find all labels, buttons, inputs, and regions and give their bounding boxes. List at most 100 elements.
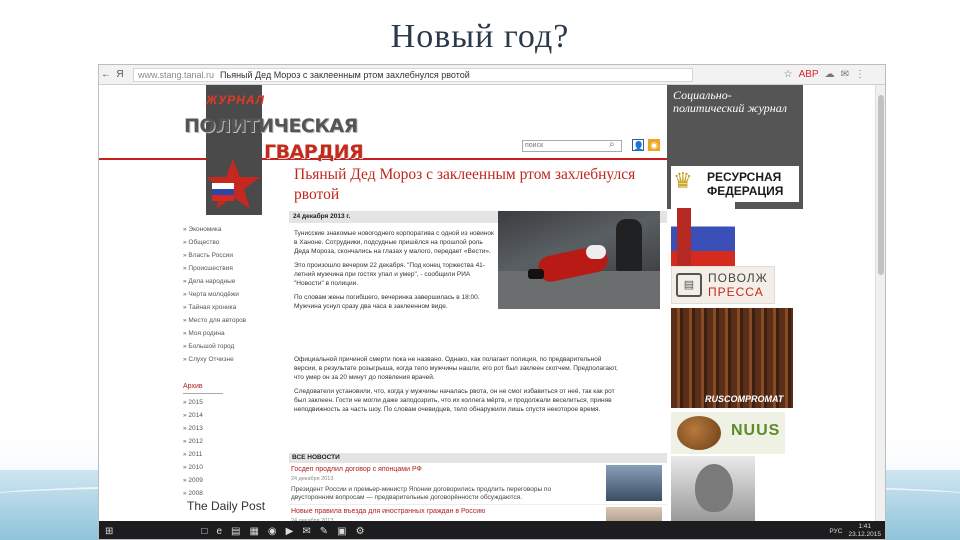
archive-item[interactable]: » 2012 <box>183 435 293 448</box>
cloud-icon[interactable]: ☁ <box>825 69 835 80</box>
logo-journal-label: ЖУРНАЛ <box>206 93 265 107</box>
banner-text: RUSCOMPROMAT <box>705 394 784 404</box>
nav-item[interactable]: » Власть России <box>183 249 293 262</box>
nav-item[interactable]: » Черта молодёжи <box>183 288 293 301</box>
photo-boot <box>528 269 544 279</box>
slide-title: Новый год? <box>390 18 570 55</box>
photo-floor <box>498 271 660 309</box>
article-paragraph: По словам жены погибшего, вечеринка заве… <box>294 294 480 310</box>
news-date: 24 декабря 2013 <box>291 476 334 482</box>
article-text-wide: Официальной причиной смерти пока не назв… <box>294 355 624 419</box>
clock-time: 1:41 <box>858 523 872 530</box>
nav-item[interactable]: » Дела народные <box>183 275 293 288</box>
editor-icon[interactable]: ✎ <box>320 526 328 537</box>
book-icon: ▤ <box>676 273 702 297</box>
news-header[interactable]: ВСЕ НОВОСТИ <box>289 453 669 463</box>
adblock-icon[interactable]: ABP <box>799 69 819 80</box>
article-photo <box>498 211 660 309</box>
eagle-emblem-icon: ♛ <box>673 168 693 193</box>
news-item[interactable]: Госдеп продлил договор с японцами РФ 24 … <box>289 463 669 505</box>
article-paragraph: Тунисские знакомые новогоднего корпорати… <box>294 230 494 255</box>
file-explorer-icon[interactable]: ▤ <box>231 526 240 537</box>
news-title[interactable]: Новые правила въезда для иностранных гра… <box>291 508 485 515</box>
task-view-icon[interactable]: □ <box>201 526 207 537</box>
nav-item[interactable]: » Место для авторов <box>183 314 293 327</box>
banner-volga-press[interactable]: ▤ ПОВОЛЖ ПРЕССА <box>671 266 775 304</box>
address-domain: www.stang.tanal.ru <box>138 69 215 80</box>
daily-post-label[interactable]: The Daily Post <box>187 499 265 513</box>
archive-title: Архив <box>183 380 223 394</box>
address-bar[interactable]: www.stang.tanal.ru Пьяный Дед Мороз с за… <box>133 67 693 82</box>
nav-item[interactable]: » Экономика <box>183 223 293 236</box>
article: Пьяный Дед Мороз с заклеенным ртом захле… <box>289 165 669 413</box>
banner-text: ПРЕССА <box>708 285 764 299</box>
more-menu-icon[interactable]: ⋮ <box>855 69 865 80</box>
nav-item[interactable]: » Тайная хроника <box>183 301 293 314</box>
portrait-head <box>695 464 733 512</box>
banner-text: NUUS <box>731 422 781 439</box>
star-flag-icon <box>206 159 260 209</box>
kremlin-tower-icon <box>677 208 691 270</box>
banner-text: РЕСУРСНАЯ <box>707 170 782 184</box>
start-icon[interactable]: ⊞ <box>105 526 113 537</box>
banner-nuus[interactable]: NUUS <box>671 412 785 454</box>
archive-item[interactable]: » 2010 <box>183 461 293 474</box>
article-text-column: Тунисские знакомые новогоднего корпорати… <box>294 229 494 316</box>
article-title: Пьяный Дед Мороз с заклеенным ртом захле… <box>294 166 636 203</box>
banner-ruscompromat[interactable]: RUSCOMPROMAT <box>671 308 793 408</box>
archive-item[interactable]: » 2013 <box>183 422 293 435</box>
user-icon[interactable]: 👤 <box>632 139 644 151</box>
banner-flag[interactable] <box>671 202 735 276</box>
archive-item[interactable]: » 2014 <box>183 409 293 422</box>
system-tray: РУС 1:41 23.12.2015 <box>829 523 885 539</box>
address-page-title: Пьяный Дед Мороз с заклеенным ртом захле… <box>220 69 470 80</box>
banner-resource-federation[interactable]: ♛ РЕСУРСНАЯ ФЕДЕРАЦИЯ <box>671 166 799 202</box>
nav-item[interactable]: » Большой город <box>183 340 293 353</box>
chrome-icon[interactable]: ◉ <box>268 526 277 537</box>
banner-text: ФЕДЕРАЦИЯ <box>707 184 784 198</box>
site-search-input[interactable]: поиск <box>522 140 622 152</box>
media-icon[interactable]: ▶ <box>286 526 294 537</box>
nav-item[interactable]: » Моя родина <box>183 327 293 340</box>
taskbar: ⊞ □ e ▤ ▦ ◉ ▶ ✉ ✎ ▣ ⚙ РУС 1:41 23.12.201… <box>99 521 885 539</box>
social-links: 👤 ◉ <box>632 139 660 151</box>
archive-item[interactable]: » 2015 <box>183 396 293 409</box>
bookmark-icon[interactable]: ☆ <box>784 69 793 80</box>
logo-title-line1: ПОЛИТИЧЕСКАЯ <box>184 115 358 137</box>
article-paragraph: Это произошло вечером 22 декабря. "Под к… <box>294 262 485 287</box>
left-navigation: » Экономика » Общество » Власть России »… <box>183 223 293 500</box>
back-button[interactable]: ← <box>99 69 113 80</box>
clock[interactable]: 1:41 23.12.2015 <box>848 523 881 539</box>
nav-item[interactable]: » Происшествия <box>183 262 293 275</box>
right-sidebar: Социально-политический журнал ♛ РЕСУРСНА… <box>667 85 803 521</box>
store-icon[interactable]: ▦ <box>249 526 258 537</box>
language-indicator[interactable]: РУС <box>829 528 842 535</box>
search-icon[interactable]: ⌕ <box>609 139 615 150</box>
mail-icon[interactable]: ✉ <box>841 69 849 80</box>
nav-item[interactable]: » Слуху Отчизне <box>183 353 293 366</box>
mail-app-icon[interactable]: ✉ <box>302 526 310 537</box>
news-title[interactable]: Госдеп продлил договор с японцами РФ <box>291 466 422 473</box>
article-paragraph: Официальной причиной смерти пока не назв… <box>294 356 618 381</box>
banner-text: ПОВОЛЖ <box>708 271 768 285</box>
app-window-icon[interactable]: ▣ <box>337 526 346 537</box>
edge-icon[interactable]: e <box>216 526 222 537</box>
browser-tools: ☆ ABP ☁ ✉ ⋮ <box>784 69 885 80</box>
article-paragraph: Следователи установили, что, когда у муж… <box>294 388 615 413</box>
page-scrollbar[interactable] <box>875 85 885 521</box>
archive-item[interactable]: » 2009 <box>183 474 293 487</box>
nav-item[interactable]: » Общество <box>183 236 293 249</box>
sidebar-header-text: Социально-политический журнал <box>673 88 787 115</box>
news-text: Президент России и премьер-министр Япони… <box>291 486 552 501</box>
settings-icon[interactable]: ⚙ <box>356 526 365 537</box>
logo-title-line2: ГВАРДИЯ <box>264 141 364 163</box>
screenshot-frame: ← Я www.stang.tanal.ru Пьяный Дед Мороз … <box>98 64 886 540</box>
archive-item[interactable]: » 2011 <box>183 448 293 461</box>
web-page: ЖУРНАЛ ПОЛИТИЧЕСКАЯ ГВАРДИЯ поиск ⌕ 👤 ◉ … <box>99 85 877 539</box>
scrollbar-thumb[interactable] <box>878 95 884 275</box>
browser-menu-button[interactable]: Я <box>113 69 127 80</box>
photo-santa-beard <box>586 245 606 259</box>
banner-portrait[interactable] <box>671 456 755 521</box>
rss-icon[interactable]: ◉ <box>648 139 660 151</box>
clock-date: 23.12.2015 <box>848 531 881 538</box>
